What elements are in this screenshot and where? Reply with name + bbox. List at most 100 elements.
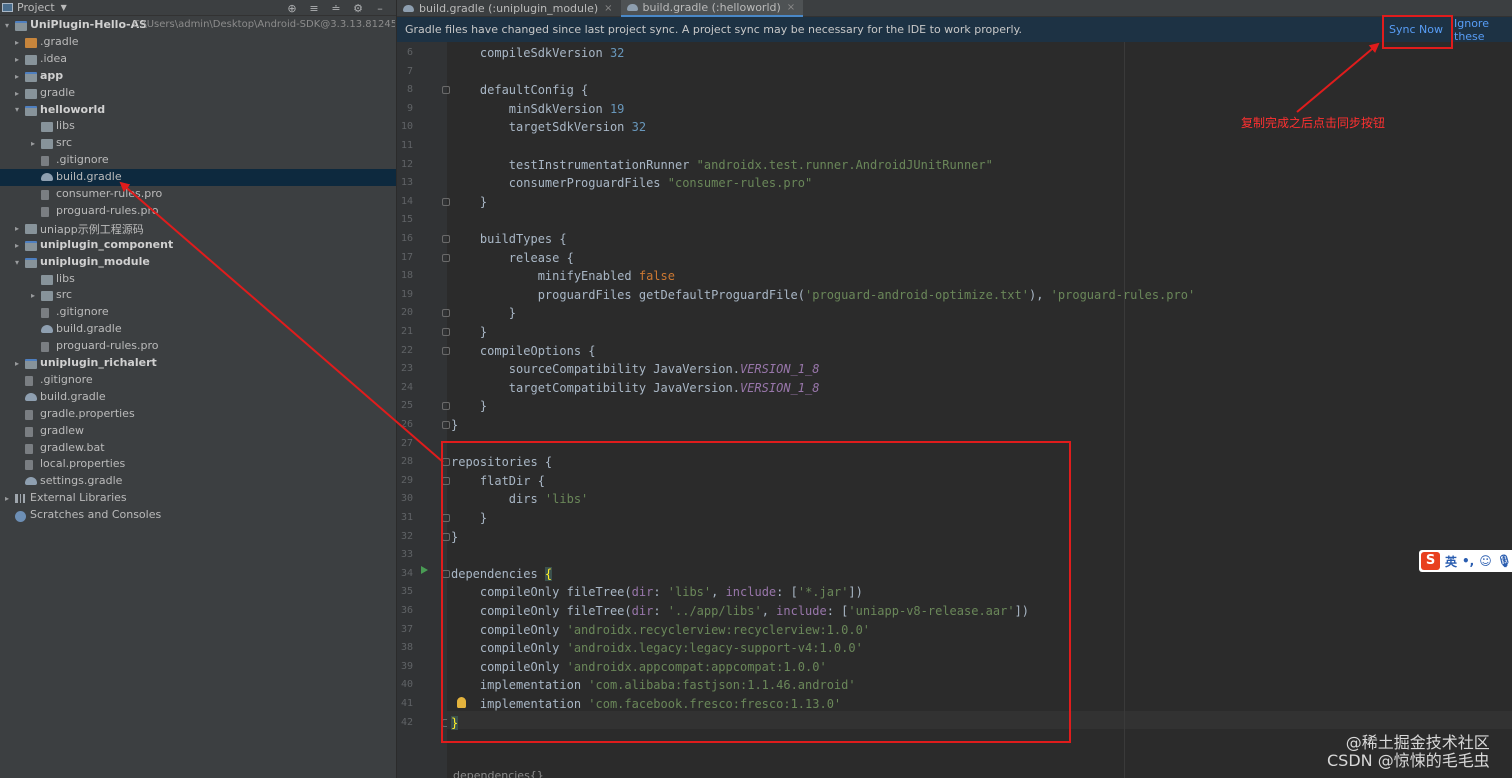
- project-view-selector[interactable]: Project: [17, 1, 55, 14]
- chevron-down-icon[interactable]: ▾: [12, 258, 22, 267]
- tree-item[interactable]: ▸ src: [0, 135, 396, 152]
- ime-language-toggle[interactable]: 英: [1445, 553, 1457, 570]
- ignore-these-link[interactable]: Ignore these: [1454, 17, 1512, 43]
- tree-item[interactable]: consumer-rules.pro: [0, 186, 396, 203]
- chevron-right-icon[interactable]: ▸: [12, 89, 22, 98]
- tree-item[interactable]: ▸ app: [0, 68, 396, 85]
- tree-item[interactable]: build.gradle: [0, 321, 396, 338]
- tree-item[interactable]: settings.gradle: [0, 473, 396, 490]
- tree-item[interactable]: Scratches and Consoles: [0, 507, 396, 524]
- tree-item[interactable]: ▾ uniplugin_module: [0, 254, 396, 271]
- editor-breadcrumb[interactable]: dependencies{}: [453, 769, 544, 778]
- fold-marker-icon[interactable]: [442, 86, 450, 95]
- tree-item[interactable]: ▸ uniplugin_component: [0, 237, 396, 254]
- collapse-all-icon[interactable]: ≐: [330, 2, 342, 15]
- fold-marker-icon[interactable]: [442, 346, 450, 355]
- tree-item[interactable]: gradle.properties: [0, 406, 396, 423]
- file-icon: [41, 308, 49, 319]
- code-line[interactable]: }: [451, 304, 516, 322]
- code-line[interactable]: release {: [451, 249, 574, 267]
- code-line[interactable]: }: [451, 323, 487, 341]
- tree-item[interactable]: gradlew.bat: [0, 440, 396, 457]
- code-line[interactable]: compileSdkVersion 32: [451, 44, 625, 62]
- code-line[interactable]: consumerProguardFiles "consumer-rules.pr…: [451, 174, 812, 192]
- chevron-right-icon[interactable]: ▸: [12, 241, 22, 250]
- chevron-right-icon[interactable]: ▸: [28, 139, 38, 148]
- fold-marker-icon[interactable]: [442, 309, 450, 318]
- tree-item[interactable]: ▸ gradle: [0, 85, 396, 102]
- chevron-down-icon[interactable]: ▾: [2, 21, 12, 30]
- tree-item[interactable]: ▸ src: [0, 287, 396, 304]
- right-margin-guide: [1124, 42, 1125, 778]
- tree-item-label: .gradle: [40, 34, 79, 48]
- tree-item[interactable]: local.properties: [0, 456, 396, 473]
- chevron-down-icon[interactable]: ▾: [12, 105, 22, 114]
- code-line[interactable]: }: [451, 193, 487, 211]
- chevron-right-icon[interactable]: ▸: [2, 494, 12, 503]
- code-line[interactable]: }: [451, 397, 487, 415]
- code-line[interactable]: testInstrumentationRunner "androidx.test…: [451, 156, 993, 174]
- fold-marker-icon[interactable]: [442, 253, 450, 262]
- code-line[interactable]: buildTypes {: [451, 230, 567, 248]
- tree-item[interactable]: ▸ .idea: [0, 51, 396, 68]
- ime-logo-icon[interactable]: S: [1421, 552, 1440, 570]
- tree-item[interactable]: .gitignore: [0, 372, 396, 389]
- code-line[interactable]: targetSdkVersion 32: [451, 118, 646, 136]
- line-number: 7: [406, 65, 413, 77]
- chevron-right-icon[interactable]: ▸: [12, 55, 22, 64]
- editor-tab[interactable]: build.gradle (:uniplugin_module) ×: [397, 0, 621, 17]
- gear-icon[interactable]: ⚙: [352, 2, 364, 15]
- annotation-box-sync-now: [1382, 15, 1453, 49]
- code-line[interactable]: }: [451, 416, 458, 434]
- fold-marker-icon[interactable]: [442, 328, 450, 336]
- file-icon: [25, 375, 33, 386]
- tree-item[interactable]: ▸ .gradle: [0, 34, 396, 51]
- fold-marker-icon[interactable]: [442, 421, 450, 429]
- ime-punctuation-toggle[interactable]: •,: [1462, 554, 1474, 568]
- editor-tab[interactable]: build.gradle (:helloworld) ×: [620, 0, 804, 17]
- tree-item[interactable]: proguard-rules.pro: [0, 338, 396, 355]
- code-line[interactable]: minSdkVersion 19: [451, 100, 625, 118]
- line-number: 22: [400, 344, 413, 356]
- tree-item[interactable]: .gitignore: [0, 304, 396, 321]
- chevron-down-icon[interactable]: ▼: [61, 3, 67, 12]
- chevron-right-icon[interactable]: ▸: [12, 224, 22, 233]
- watermark-line-1: @稀土掘金技术社区: [1345, 733, 1490, 752]
- code-line[interactable]: sourceCompatibility JavaVersion.VERSION_…: [451, 360, 820, 378]
- gradle-icon: [25, 392, 37, 401]
- tree-item[interactable]: ▸ uniapp示例工程源码: [0, 220, 396, 237]
- code-line[interactable]: proguardFiles getDefaultProguardFile('pr…: [451, 286, 1195, 304]
- fold-marker-icon[interactable]: [442, 235, 450, 243]
- chevron-right-icon[interactable]: ▸: [12, 359, 22, 368]
- tree-item-label: uniplugin_module: [40, 254, 150, 268]
- chevron-right-icon[interactable]: ▸: [12, 72, 22, 81]
- run-icon[interactable]: [421, 566, 428, 574]
- tree-item[interactable]: ▸ uniplugin_richalert: [0, 355, 396, 372]
- fold-marker-icon[interactable]: [442, 197, 450, 206]
- expand-all-icon[interactable]: ≡: [308, 2, 320, 15]
- fold-marker-icon[interactable]: [442, 402, 450, 411]
- hide-panel-icon[interactable]: –: [374, 2, 386, 15]
- close-icon[interactable]: ×: [604, 3, 612, 14]
- tree-item[interactable]: build.gradle: [0, 169, 396, 186]
- chevron-right-icon[interactable]: ▸: [12, 38, 22, 47]
- chevron-right-icon[interactable]: ▸: [28, 291, 38, 300]
- tree-item[interactable]: .gitignore: [0, 152, 396, 169]
- code-line[interactable]: minifyEnabled false: [451, 267, 675, 285]
- tree-item[interactable]: proguard-rules.pro: [0, 203, 396, 220]
- code-line[interactable]: targetCompatibility JavaVersion.VERSION_…: [451, 379, 820, 397]
- tree-item[interactable]: libs: [0, 118, 396, 135]
- line-number: 16: [400, 233, 413, 244]
- code-line[interactable]: defaultConfig {: [451, 81, 588, 99]
- ime-emoji-icon[interactable]: ☺: [1479, 554, 1492, 568]
- tree-item[interactable]: gradlew: [0, 423, 396, 440]
- tree-item[interactable]: ▾ helloworld: [0, 102, 396, 119]
- tree-item[interactable]: ▾ UniPlugin-Hello-AS C:\Users\admin\Deskto…: [0, 17, 396, 34]
- tree-item[interactable]: build.gradle: [0, 389, 396, 406]
- tree-item[interactable]: libs: [0, 271, 396, 288]
- ime-mic-icon[interactable]: 🎙: [1497, 554, 1512, 568]
- locate-icon[interactable]: ⊕: [286, 2, 298, 15]
- close-icon[interactable]: ×: [787, 2, 795, 13]
- code-line[interactable]: compileOptions {: [451, 342, 596, 360]
- tree-item[interactable]: ▸ External Libraries: [0, 490, 396, 507]
